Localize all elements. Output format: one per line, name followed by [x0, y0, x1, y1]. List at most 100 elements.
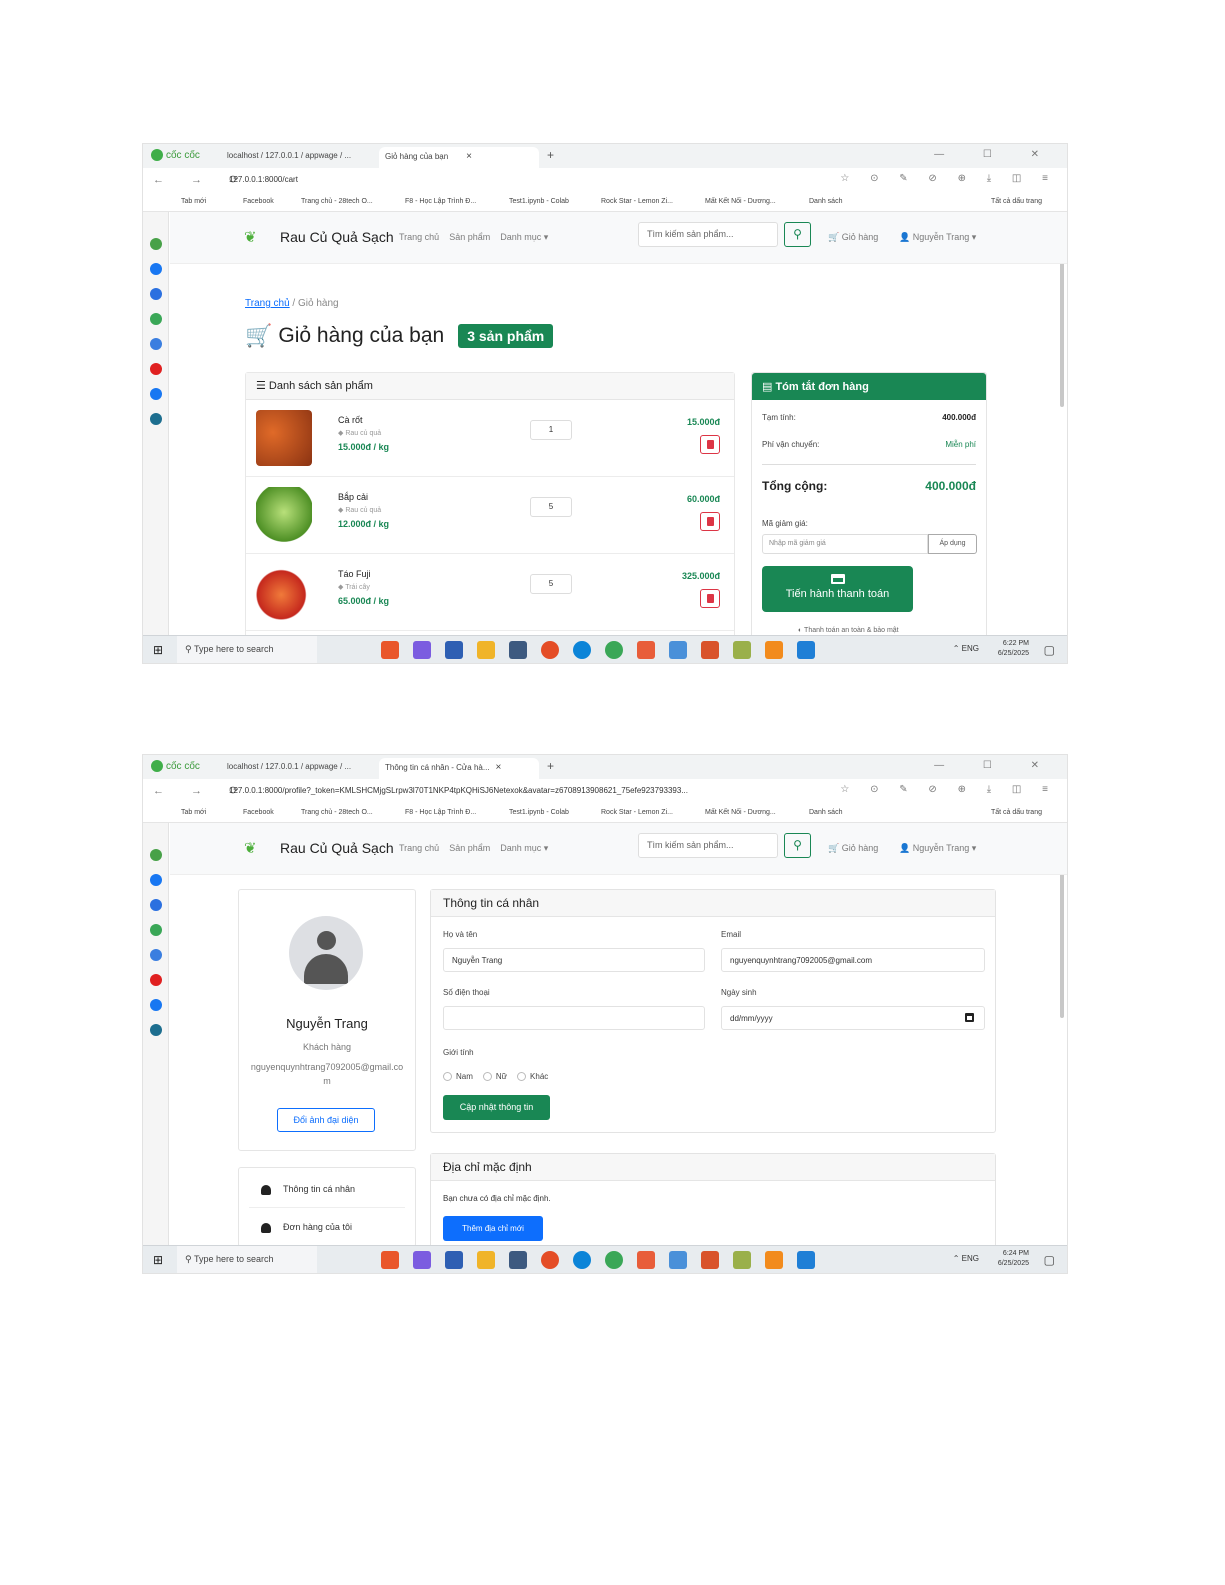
- bookmark-item[interactable]: Mất Kết Nối - Dương...: [705, 198, 776, 205]
- windows-start-icon[interactable]: ⊞: [153, 643, 163, 657]
- app-icon[interactable]: [150, 338, 162, 350]
- bookmark-item[interactable]: Tab mới: [181, 809, 206, 816]
- dob-field[interactable]: dd/mm/yyyy: [721, 1006, 985, 1030]
- facebook-icon[interactable]: [150, 388, 162, 400]
- app-icon[interactable]: [701, 1251, 719, 1269]
- window-controls[interactable]: — ☐ ✕: [934, 149, 1057, 160]
- coccoc-icon[interactable]: [605, 1251, 623, 1269]
- bookmark-all[interactable]: Tất cả dấu trang: [991, 198, 1042, 205]
- app-icon[interactable]: [477, 641, 495, 659]
- window-controls[interactable]: — ☐ ✕: [934, 760, 1057, 771]
- app-icon[interactable]: [150, 1024, 162, 1036]
- bookmark-all[interactable]: Tất cả dấu trang: [991, 809, 1042, 816]
- app-icon[interactable]: [765, 641, 783, 659]
- tray-language[interactable]: ⌃ ENG: [953, 644, 979, 653]
- search-input[interactable]: Tìm kiếm sản phẩm...: [638, 833, 778, 858]
- vscode-icon[interactable]: [797, 641, 815, 659]
- url-field[interactable]: 127.0.0.1:8000/profile?_token=KMLSHCMjgS…: [229, 786, 688, 795]
- delete-button[interactable]: [700, 435, 720, 454]
- app-icon[interactable]: [509, 641, 527, 659]
- user-menu[interactable]: 👤 Nguyễn Trang ▾: [899, 843, 976, 854]
- toolbar-icons[interactable]: ☆ ⊙ ✎ ⊘ ⊕ ⤓ ◫ ≡: [840, 784, 1057, 795]
- app-icon[interactable]: [733, 641, 751, 659]
- bookmark-item[interactable]: Trang chủ - 28tech O...: [301, 809, 373, 816]
- edge-icon[interactable]: [573, 641, 591, 659]
- breadcrumb-home[interactable]: Trang chủ: [245, 298, 290, 309]
- radio-icon[interactable]: [443, 1072, 452, 1082]
- nav-categories[interactable]: Danh mục ▾: [500, 843, 548, 853]
- cart-link[interactable]: 🛒 Giỏ hàng: [828, 843, 878, 854]
- app-icon[interactable]: [381, 641, 399, 659]
- coccoc-icon[interactable]: [605, 641, 623, 659]
- app-icon[interactable]: [150, 288, 162, 300]
- app-icon[interactable]: [150, 238, 162, 250]
- taskbar-clock[interactable]: 6:24 PM 6/25/2025: [998, 1249, 1029, 1269]
- toolbar-icons[interactable]: ☆ ⊙ ✎ ⊘ ⊕ ⤓ ◫ ≡: [840, 173, 1057, 184]
- app-icon[interactable]: [150, 899, 162, 911]
- radio-icon[interactable]: [482, 1072, 492, 1082]
- url-field[interactable]: 127.0.0.1:8000/cart: [229, 175, 298, 184]
- windows-start-icon[interactable]: ⊞: [153, 1253, 163, 1267]
- chrome-icon[interactable]: [541, 1251, 559, 1269]
- chrome-icon[interactable]: [541, 641, 559, 659]
- app-icon[interactable]: [477, 1251, 495, 1269]
- search-button[interactable]: ⚲: [784, 833, 811, 858]
- notification-icon[interactable]: ▢: [1044, 1253, 1055, 1267]
- vscode-icon[interactable]: [797, 1251, 815, 1269]
- bookmark-item[interactable]: Danh sách: [809, 198, 842, 205]
- facebook-icon[interactable]: [150, 999, 162, 1011]
- bookmark-item[interactable]: Rock Star - Lemon Zi...: [601, 198, 673, 205]
- quantity-input[interactable]: 5: [530, 574, 572, 594]
- app-icon[interactable]: [150, 949, 162, 961]
- tray-language[interactable]: ⌃ ENG: [953, 1254, 979, 1263]
- app-icon[interactable]: [150, 924, 162, 936]
- app-icon[interactable]: [637, 1251, 655, 1269]
- user-menu[interactable]: 👤 Nguyễn Trang ▾: [899, 232, 976, 243]
- app-icon[interactable]: [445, 1251, 463, 1269]
- bookmark-item[interactable]: Danh sách: [809, 809, 842, 816]
- app-icon[interactable]: [669, 1251, 687, 1269]
- bookmark-item[interactable]: Rock Star - Lemon Zi...: [601, 809, 673, 816]
- email-field[interactable]: nguyenquynhtrang7092005@gmail.com: [721, 948, 985, 972]
- gender-option-other[interactable]: Khác: [517, 1072, 548, 1082]
- cart-link[interactable]: 🛒 Giỏ hàng: [828, 232, 878, 243]
- app-icon[interactable]: [150, 413, 162, 425]
- quantity-input[interactable]: 1: [530, 420, 572, 440]
- app-icon[interactable]: [445, 641, 463, 659]
- bookmark-item[interactable]: Test1.ipynb - Colab: [509, 809, 569, 816]
- nav-products[interactable]: Sản phẩm: [449, 232, 490, 242]
- bookmark-item[interactable]: F8 - Học Lập Trình Đ...: [405, 809, 476, 816]
- notification-icon[interactable]: ▢: [1044, 643, 1055, 657]
- bookmark-item[interactable]: Trang chủ - 28tech O...: [301, 198, 373, 205]
- youtube-icon[interactable]: [150, 974, 162, 986]
- new-tab-icon[interactable]: +: [547, 148, 554, 162]
- messenger-icon[interactable]: [150, 874, 162, 886]
- menu-item-orders[interactable]: Đơn hàng của tôi: [249, 1210, 405, 1245]
- app-icon[interactable]: [637, 641, 655, 659]
- messenger-icon[interactable]: [150, 263, 162, 275]
- search-button[interactable]: ⚲: [784, 222, 811, 247]
- change-avatar-button[interactable]: Đổi ảnh đại diện: [277, 1108, 375, 1132]
- app-icon[interactable]: [733, 1251, 751, 1269]
- bookmark-item[interactable]: Facebook: [243, 809, 274, 816]
- tab-localhost[interactable]: localhost / 127.0.0.1 / appwage / ...: [221, 147, 371, 168]
- app-icon[interactable]: [413, 1251, 431, 1269]
- app-icon[interactable]: [701, 641, 719, 659]
- search-input[interactable]: Tìm kiếm sản phẩm...: [638, 222, 778, 247]
- app-icon[interactable]: [669, 641, 687, 659]
- app-icon[interactable]: [413, 641, 431, 659]
- taskbar-search[interactable]: ⚲ Type here to search: [177, 636, 317, 663]
- app-icon[interactable]: [381, 1251, 399, 1269]
- app-icon[interactable]: [509, 1251, 527, 1269]
- site-logo[interactable]: Rau Củ Quả Sạch: [280, 229, 394, 245]
- site-logo[interactable]: Rau Củ Quả Sạch: [280, 840, 394, 856]
- bookmark-item[interactable]: Test1.ipynb - Colab: [509, 198, 569, 205]
- bookmark-item[interactable]: F8 - Học Lập Trình Đ...: [405, 198, 476, 205]
- app-icon[interactable]: [150, 849, 162, 861]
- radio-icon[interactable]: [517, 1072, 527, 1082]
- quantity-input[interactable]: 5: [530, 497, 572, 517]
- bookmark-item[interactable]: Tab mới: [181, 198, 206, 205]
- nav-categories[interactable]: Danh mục ▾: [500, 232, 548, 242]
- phone-field[interactable]: [443, 1006, 705, 1030]
- edge-icon[interactable]: [573, 1251, 591, 1269]
